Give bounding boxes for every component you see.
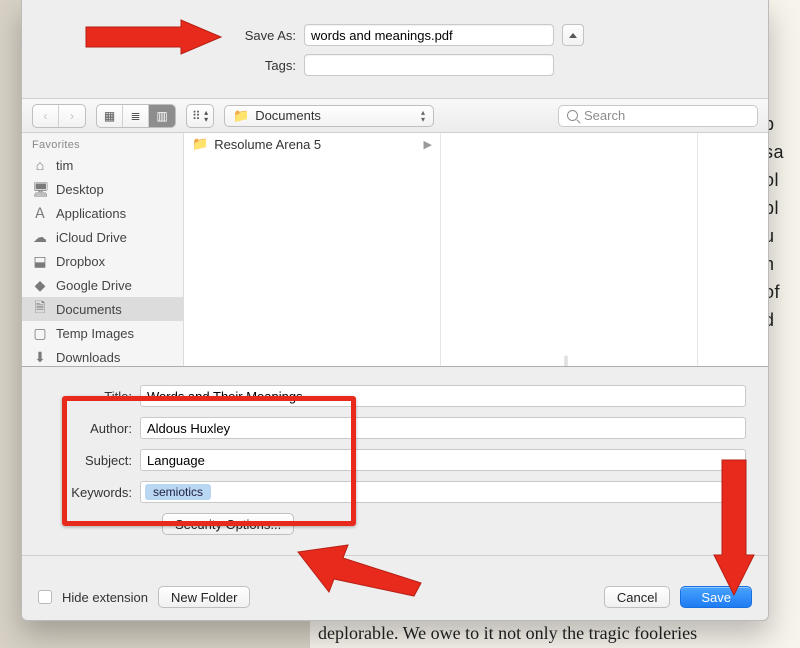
save-as-section: Save As: Tags: xyxy=(22,0,768,98)
group-icon: ⠿ xyxy=(192,109,201,123)
author-label: Author: xyxy=(44,421,140,436)
location-label: Documents xyxy=(255,108,321,123)
file-browser: Favorites ⌂ tim 🖥 Desktop Ａ Applications ☁ iClo… xyxy=(22,133,768,367)
hide-extension-label: Hide extension xyxy=(62,590,148,605)
sidebar: Favorites ⌂ tim 🖥 Desktop Ａ Applications ☁ iClo… xyxy=(22,133,184,366)
updown-icon: ▴▾ xyxy=(204,109,208,123)
docs-icon: 🗎 xyxy=(32,297,48,321)
sidebar-item-label: Dropbox xyxy=(56,254,105,269)
column-resize-handle[interactable]: ∥ xyxy=(563,354,575,366)
sidebar-item-desktop[interactable]: 🖥 Desktop xyxy=(22,177,183,201)
title-input[interactable] xyxy=(140,385,746,407)
author-input[interactable] xyxy=(140,417,746,439)
cancel-button[interactable]: Cancel xyxy=(604,586,670,608)
sidebar-item-tim[interactable]: ⌂ tim xyxy=(22,153,183,177)
new-folder-button[interactable]: New Folder xyxy=(158,586,250,608)
sidebar-item-label: Applications xyxy=(56,206,126,221)
nav-back-forward: ‹ › xyxy=(32,104,86,128)
background-document-bottom: deplorable. We owe to it not only the tr… xyxy=(310,620,800,648)
gdrive-icon: ◆ xyxy=(32,277,48,294)
save-button[interactable]: Save xyxy=(680,586,752,608)
sidebar-item-temp-images[interactable]: ▢ Temp Images xyxy=(22,321,183,345)
down-icon: ⬇ xyxy=(32,349,48,366)
cloud-icon: ☁ xyxy=(32,229,48,246)
sidebar-item-icloud-drive[interactable]: ☁ iCloud Drive xyxy=(22,225,183,249)
columns-icon: ▥ xyxy=(156,109,167,123)
security-options-button[interactable]: Security Options... xyxy=(162,513,294,535)
keyword-token[interactable]: semiotics xyxy=(145,484,211,500)
sidebar-item-label: Desktop xyxy=(56,182,104,197)
chevron-right-icon: ▶ xyxy=(424,138,432,151)
folder-icon: ▢ xyxy=(32,325,48,342)
icon-view-button[interactable]: ▦ xyxy=(97,105,123,127)
browser-toolbar: ‹ › ▦ ≣ ▥ ⠿ ▴▾ 📁 Documents ▴▾ Search xyxy=(22,99,768,133)
divider xyxy=(22,555,768,556)
save-as-label: Save As: xyxy=(22,28,304,43)
view-mode-switcher: ▦ ≣ ▥ xyxy=(96,104,176,128)
collapse-button[interactable] xyxy=(562,24,584,46)
hide-extension-checkbox[interactable] xyxy=(38,590,52,604)
list-view-button[interactable]: ≣ xyxy=(123,105,149,127)
list-item[interactable]: 📁 Resolume Arena 5 ▶ xyxy=(184,133,440,155)
browser-column-1[interactable]: 📁 Resolume Arena 5 ▶ xyxy=(184,133,441,366)
title-label: Title: xyxy=(44,389,140,404)
pdf-metadata-section: Title: Author: Subject: Keywords: semiot… xyxy=(22,367,768,545)
group-sort-control[interactable]: ⠿ ▴▾ xyxy=(186,104,214,128)
sidebar-item-label: Documents xyxy=(56,302,122,317)
browser-column-2[interactable]: ∥ xyxy=(441,133,698,366)
home-icon: ⌂ xyxy=(32,157,48,173)
dropbox-icon: ⬓ xyxy=(32,253,48,270)
sidebar-item-label: Google Drive xyxy=(56,278,132,293)
sidebar-item-label: Downloads xyxy=(56,350,120,365)
tags-label: Tags: xyxy=(22,58,304,73)
save-as-input[interactable] xyxy=(304,24,554,46)
subject-label: Subject: xyxy=(44,453,140,468)
chevron-left-icon: ‹ xyxy=(44,109,48,123)
tags-input[interactable] xyxy=(304,54,554,76)
dialog-footer: Hide extension New Folder Cancel Save xyxy=(22,574,768,620)
sidebar-header: Favorites xyxy=(22,133,183,153)
sidebar-item-label: Temp Images xyxy=(56,326,134,341)
search-icon xyxy=(567,110,578,121)
chevron-right-icon: › xyxy=(70,109,74,123)
folder-icon: 📁 xyxy=(192,136,208,152)
sidebar-item-downloads[interactable]: ⬇ Downloads xyxy=(22,345,183,366)
sidebar-item-applications[interactable]: Ａ Applications xyxy=(22,201,183,225)
save-dialog: Save As: Tags: ‹ › ▦ ≣ ▥ ⠿ ▴▾ xyxy=(21,0,769,621)
item-label: Resolume Arena 5 xyxy=(214,137,321,152)
sidebar-item-dropbox[interactable]: ⬓ Dropbox xyxy=(22,249,183,273)
keywords-input[interactable]: semiotics xyxy=(140,481,746,503)
location-popup[interactable]: 📁 Documents ▴▾ xyxy=(224,105,434,127)
apps-icon: Ａ xyxy=(32,203,48,223)
keywords-label: Keywords: xyxy=(44,485,140,500)
subject-input[interactable] xyxy=(140,449,746,471)
search-field[interactable]: Search xyxy=(558,105,758,127)
desktop-icon: 🖥 xyxy=(32,181,48,198)
search-placeholder: Search xyxy=(584,108,625,123)
sidebar-item-label: iCloud Drive xyxy=(56,230,127,245)
grid-icon: ▦ xyxy=(104,109,115,123)
sidebar-item-documents[interactable]: 🗎 Documents xyxy=(22,297,183,321)
column-view-button[interactable]: ▥ xyxy=(149,105,175,127)
sidebar-item-google-drive[interactable]: ◆ Google Drive xyxy=(22,273,183,297)
forward-button[interactable]: › xyxy=(59,105,85,127)
back-button[interactable]: ‹ xyxy=(33,105,59,127)
sidebar-item-label: tim xyxy=(56,158,73,173)
list-icon: ≣ xyxy=(130,109,140,123)
updown-icon: ▴▾ xyxy=(421,109,425,123)
folder-icon: 📁 xyxy=(233,108,249,124)
chevron-up-icon xyxy=(569,33,577,38)
browser-column-3[interactable] xyxy=(698,133,768,366)
